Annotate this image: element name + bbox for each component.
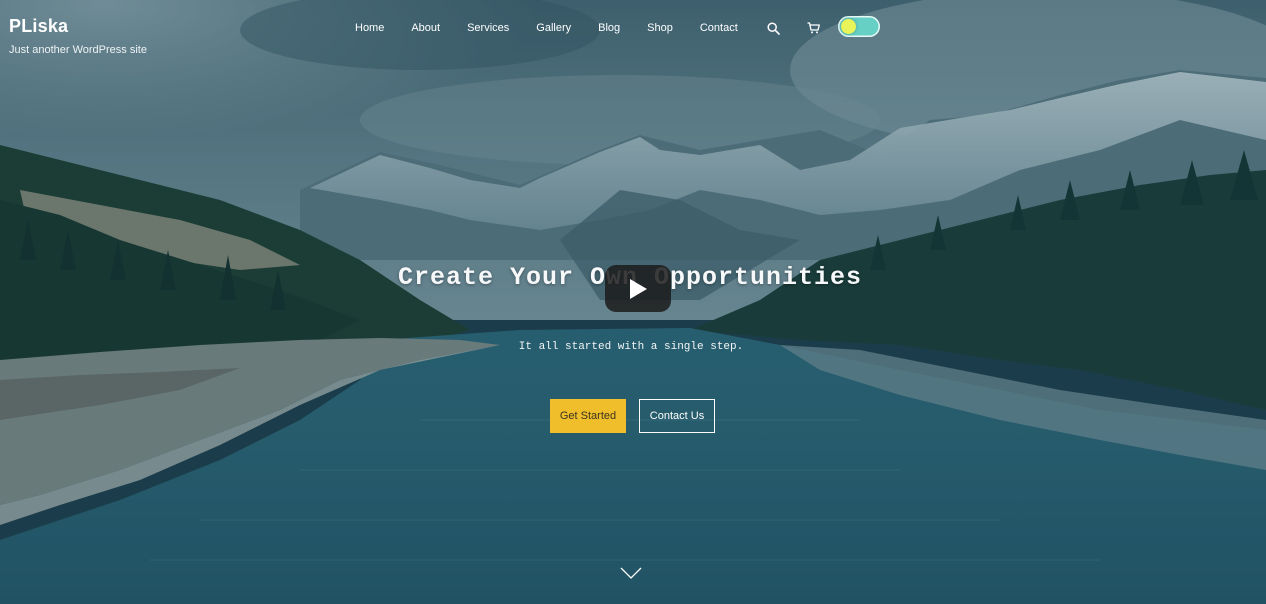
search-icon[interactable] — [765, 19, 783, 37]
nav-item-home[interactable]: Home — [355, 19, 384, 37]
main-navigation: Home About Services Gallery Blog Shop Co… — [340, 19, 845, 37]
nav-item-gallery[interactable]: Gallery — [536, 19, 571, 37]
nav-item-blog[interactable]: Blog — [598, 19, 620, 37]
scroll-down-button[interactable] — [620, 566, 642, 580]
nav-item-shop[interactable]: Shop — [647, 19, 673, 37]
toggle-knob — [841, 19, 856, 34]
nav-item-about[interactable]: About — [411, 19, 440, 37]
dark-mode-toggle[interactable] — [838, 16, 880, 37]
play-icon — [630, 278, 647, 299]
site-branding: PLiska Just another WordPress site — [9, 14, 147, 57]
nav-item-services[interactable]: Services — [467, 19, 509, 37]
contact-us-button[interactable]: Contact Us — [639, 399, 715, 433]
hero-subtitle: It all started with a single step. — [518, 341, 744, 353]
chevron-down-icon — [620, 567, 642, 579]
nav-item-contact[interactable]: Contact — [700, 19, 738, 37]
site-tagline: Just another WordPress site — [9, 44, 147, 56]
site-title[interactable]: PLiska — [9, 14, 147, 38]
cart-icon[interactable] — [805, 19, 823, 37]
get-started-button[interactable]: Get Started — [550, 399, 626, 433]
hero-section: PLiska Just another WordPress site Home … — [0, 0, 1266, 604]
video-play-button[interactable] — [605, 265, 671, 312]
